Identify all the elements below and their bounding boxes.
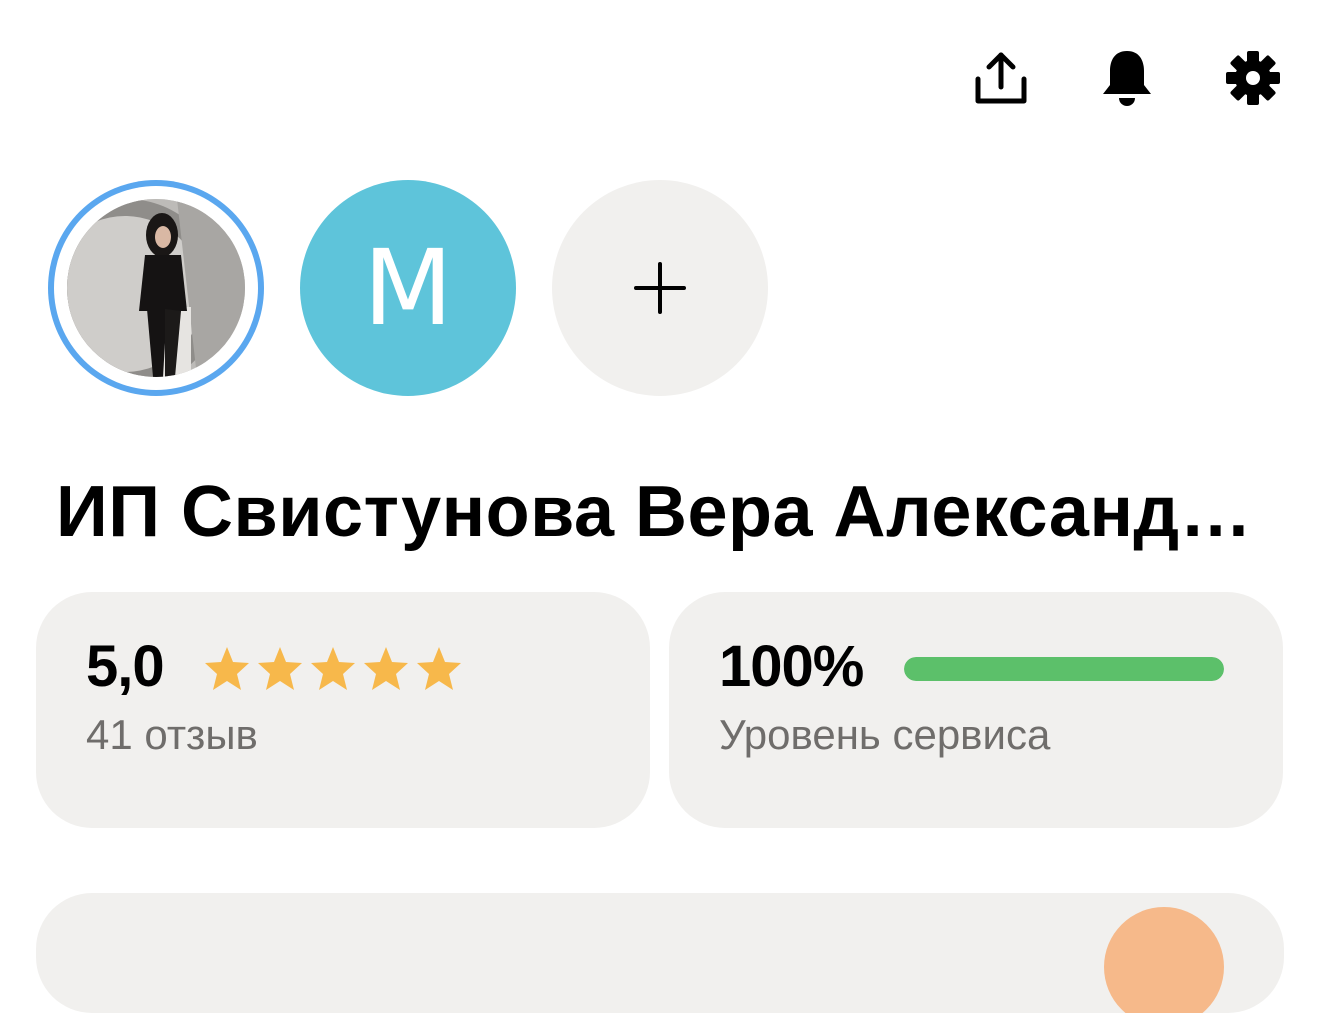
profile-photo	[67, 199, 245, 377]
star-icon	[205, 647, 249, 690]
avatar-row: M	[48, 180, 768, 396]
rating-value: 5,0	[86, 634, 165, 699]
star-icon	[417, 647, 461, 690]
gear-icon[interactable]	[1223, 48, 1283, 108]
star-icon	[364, 647, 408, 690]
share-icon[interactable]	[971, 48, 1031, 108]
star-icon	[258, 647, 302, 690]
profile-name: ИП Свистунова Вера Александровна	[56, 472, 1276, 552]
rating-card[interactable]: 5,0 41 отзыв	[36, 592, 650, 828]
avatar-ring-gap	[54, 186, 258, 390]
avatar-letter-text: M	[363, 227, 453, 349]
bottom-card[interactable]	[36, 893, 1284, 1013]
reviews-count: 41 отзыв	[86, 711, 258, 758]
plus-icon	[634, 262, 686, 314]
service-level-value: 100%	[719, 634, 864, 699]
rating-stars	[202, 644, 467, 694]
service-progress-bar	[904, 657, 1224, 681]
profile-avatar-letter[interactable]: M	[300, 180, 516, 396]
bell-icon[interactable]	[1097, 48, 1157, 108]
add-profile-button[interactable]	[552, 180, 768, 396]
active-profile-avatar[interactable]	[48, 180, 264, 396]
bottom-card-image	[1104, 907, 1224, 1013]
service-progress-fill	[904, 657, 1224, 681]
star-icon	[311, 647, 355, 690]
service-level-card[interactable]: 100% Уровень сервиса	[669, 592, 1283, 828]
service-level-label: Уровень сервиса	[719, 711, 1051, 758]
